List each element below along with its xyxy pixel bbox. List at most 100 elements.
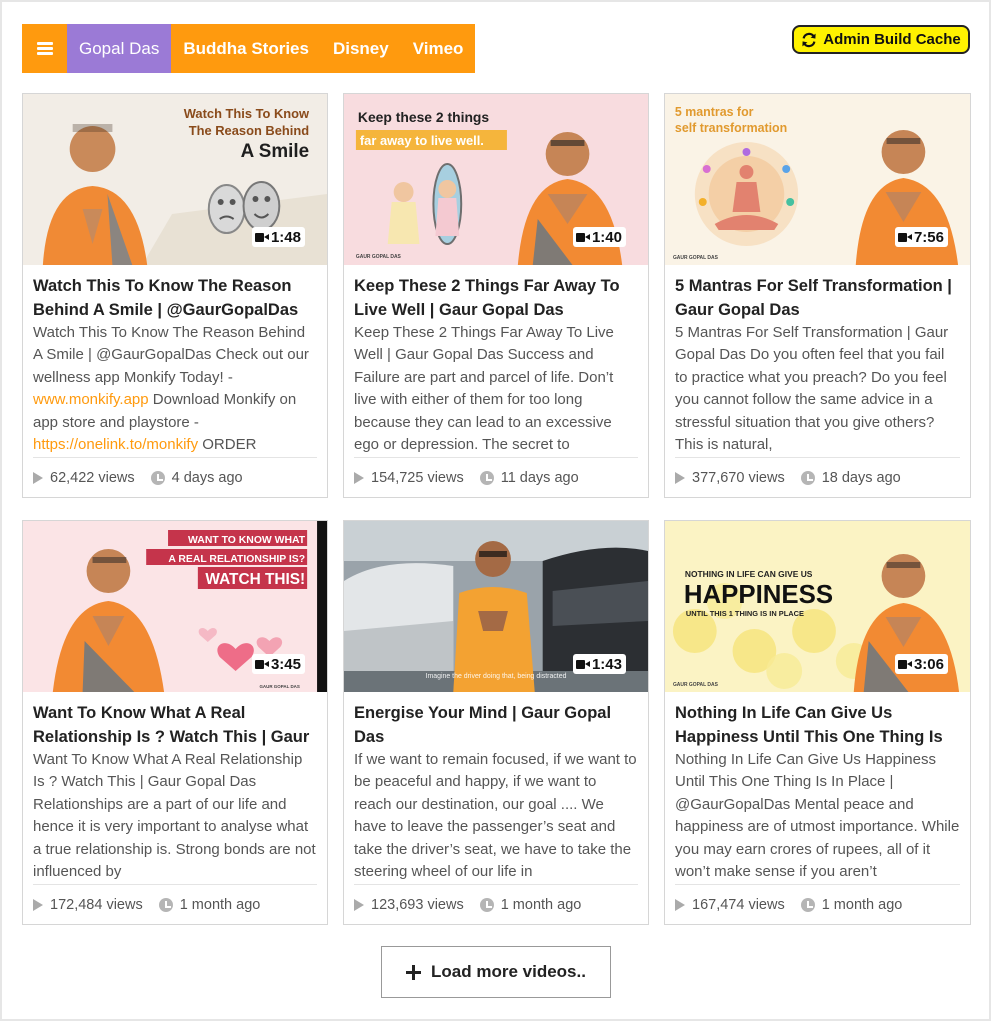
view-count: 377,670 views [692,469,785,486]
play-icon [33,471,43,484]
tab-disney[interactable]: Disney [321,24,401,73]
video-thumbnail[interactable]: WANT TO KNOW WHAT A REAL RELATIONSHIP IS… [23,521,327,692]
hamburger-icon [36,42,53,55]
video-meta: 167,474 views 1 month ago [675,884,960,924]
video-card[interactable]: Keep these 2 things far away to live wel… [343,93,649,498]
duration-badge: 1:43 [572,654,626,674]
published-time: 18 days ago [821,469,901,486]
thumb-text-3: UNTIL THIS 1 THING IS IN PLACE [686,609,804,618]
video-thumbnail[interactable]: 5 mantras for self transformation GAUR G… [665,94,970,265]
clock-icon [150,470,165,485]
thumb-text-2: self transformation [675,121,787,135]
duration-badge: 3:06 [894,654,948,674]
video-meta: 154,725 views 11 days ago [354,457,638,497]
tab-gopal-das[interactable]: Gopal Das [67,24,172,73]
tab-buddha-stories[interactable]: Buddha Stories [171,24,321,73]
duration-badge: 1:48 [251,227,305,247]
video-description: Want To Know What A Real Relationship Is… [33,751,316,881]
camera-icon [575,232,590,242]
tab-label: Buddha Stories [183,39,309,58]
description-link[interactable]: https://onelink.to/monkify [33,436,198,453]
view-count: 62,422 views [50,469,135,486]
video-meta: 377,670 views 18 days ago [675,457,960,497]
video-title[interactable]: 5 Mantras For Self Transformation | Gaur… [675,274,960,322]
clock-icon [479,897,494,912]
duration-badge: 1:40 [572,227,626,247]
plus-icon [406,964,422,980]
duration-text: 7:56 [913,228,944,246]
duration-text: 1:43 [591,655,622,673]
video-card[interactable]: 5 mantras for self transformation GAUR G… [664,93,971,498]
thumb-text-1: Keep these 2 things [358,109,489,125]
thumb-caption: Imagine the driver doing that, being dis… [426,673,567,680]
video-thumbnail[interactable]: NOTHING IN LIFE CAN GIVE US HAPPINESS UN… [665,521,970,692]
thumb-text-3: A Smile [241,141,309,162]
view-count: 154,725 views [371,469,464,486]
tab-label: Gopal Das [79,39,160,58]
tab-vimeo[interactable]: Vimeo [401,24,476,73]
play-icon [354,471,364,484]
view-count: 167,474 views [692,896,785,913]
admin-build-cache-button[interactable]: Admin Build Cache [792,25,970,54]
description-text: ORDER [198,436,257,454]
duration-text: 1:40 [591,228,622,246]
video-grid: Watch This To Know The Reason Behind A S… [22,93,971,925]
published-time: 1 month ago [179,896,261,913]
play-icon [354,898,364,911]
clock-icon [158,897,173,912]
thumb-text-1: 5 mantras for [675,105,754,119]
published-time: 1 month ago [821,896,903,913]
video-meta: 62,422 views 4 days ago [33,457,317,497]
duration-text: 3:45 [270,655,301,673]
view-count: 172,484 views [50,896,143,913]
clock-icon [479,470,494,485]
camera-icon [254,659,269,669]
video-title[interactable]: Keep These 2 Things Far Away To Live Wel… [354,274,638,322]
camera-icon [897,659,912,669]
page: Gopal Das Buddha Stories Disney Vimeo Ad… [0,0,991,1021]
refresh-icon [802,32,816,47]
load-more-label: Load more videos.. [431,962,586,981]
video-description: Nothing In Life Can Give Us Happiness Un… [675,751,960,881]
thumb-brand: GAUR GOPAL DAS [356,254,402,260]
video-card[interactable]: WANT TO KNOW WHAT A REAL RELATIONSHIP IS… [22,520,328,925]
thumb-text-1: WANT TO KNOW WHAT [188,535,306,546]
video-title[interactable]: Watch This To Know The Reason Behind A S… [33,274,317,322]
video-title[interactable]: Nothing In Life Can Give Us Happiness Un… [675,701,960,749]
video-description: 5 Mantras For Self Transformation | Gaur… [675,324,949,454]
video-title[interactable]: Want To Know What A Real Relationship Is… [33,701,317,749]
thumb-brand: GAUR GOPAL DAS [259,684,299,689]
video-card[interactable]: Imagine the driver doing that, being dis… [343,520,649,925]
video-description: Keep These 2 Things Far Away To Live Wel… [354,324,614,454]
thumb-text-1: NOTHING IN LIFE CAN GIVE US [685,569,813,579]
video-thumbnail[interactable]: Keep these 2 things far away to live wel… [344,94,648,265]
thumb-text-1: Watch This To Know [184,106,310,121]
camera-icon [254,232,269,242]
video-card[interactable]: NOTHING IN LIFE CAN GIVE US HAPPINESS UN… [664,520,971,925]
duration-badge: 7:56 [894,227,948,247]
top-nav: Gopal Das Buddha Stories Disney Vimeo [22,24,476,73]
thumb-text-2: A REAL RELATIONSHIP IS? [168,554,305,565]
published-time: 4 days ago [171,469,243,486]
thumb-text-3: WATCH THIS! [205,571,305,588]
thumb-text-2: HAPPINESS [684,581,833,609]
video-description: If we want to remain focused, if we want… [354,751,637,881]
video-card[interactable]: Watch This To Know The Reason Behind A S… [22,93,328,498]
load-more-button[interactable]: Load more videos.. [381,946,611,998]
play-icon [33,898,43,911]
video-thumbnail[interactable]: Watch This To Know The Reason Behind A S… [23,94,327,265]
thumb-text-2: The Reason Behind [189,123,309,138]
menu-button[interactable] [22,24,67,73]
video-title[interactable]: Energise Your Mind | Gaur Gopal Das [354,701,638,749]
camera-icon [575,659,590,669]
description-link[interactable]: www.monkify.app [33,391,149,408]
published-time: 1 month ago [500,896,582,913]
duration-badge: 3:45 [251,654,305,674]
video-thumbnail[interactable]: Imagine the driver doing that, being dis… [344,521,648,692]
admin-build-cache-label: Admin Build Cache [823,31,961,48]
video-meta: 123,693 views 1 month ago [354,884,638,924]
tab-label: Vimeo [412,39,464,58]
play-icon [675,898,685,911]
published-time: 11 days ago [500,469,579,486]
video-meta: 172,484 views 1 month ago [33,884,317,924]
